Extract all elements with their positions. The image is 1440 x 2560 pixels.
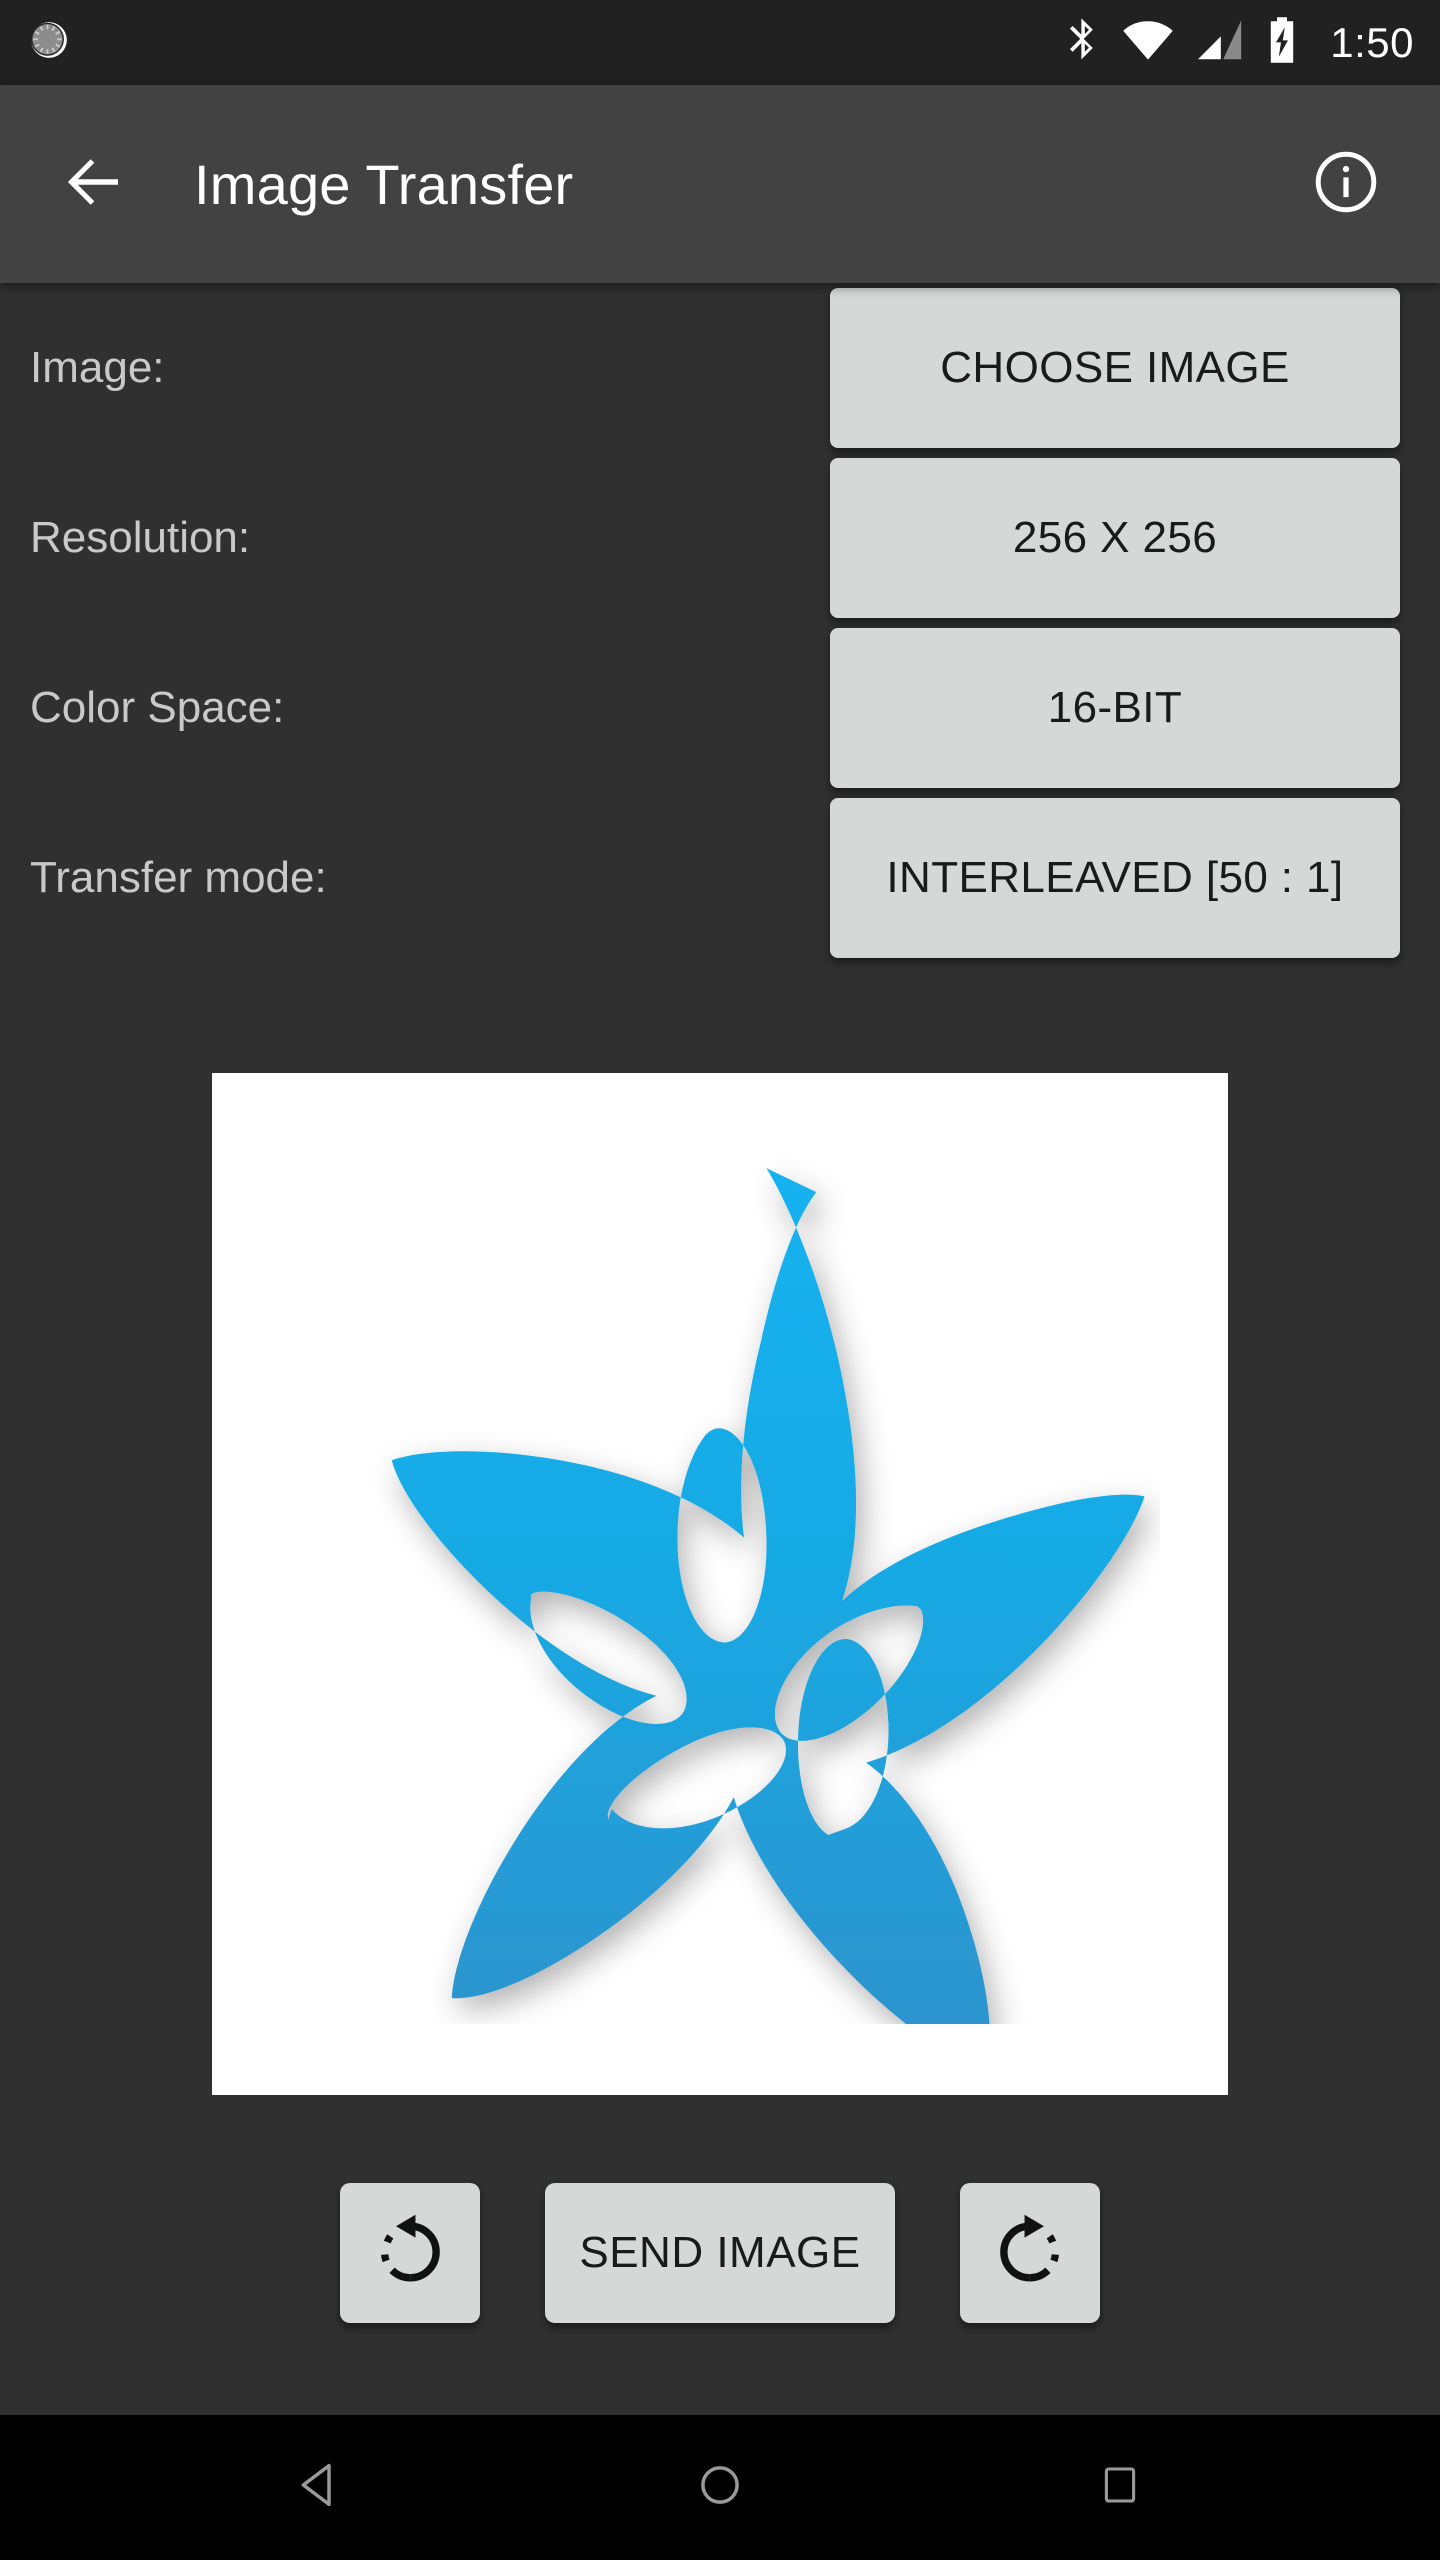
setting-label-resolution: Resolution:	[30, 513, 251, 562]
setting-row-resolution: Resolution: 256 X 256	[0, 453, 1440, 623]
setting-label-color-space: Color Space:	[30, 683, 285, 732]
setting-row-image: Image: CHOOSE IMAGE	[0, 283, 1440, 453]
info-icon	[1313, 149, 1379, 220]
setting-label-transfer-mode: Transfer mode:	[30, 853, 327, 902]
main-content: Image: CHOOSE IMAGE Resolution: 256 X 25…	[0, 283, 1440, 2415]
app-bar: Image Transfer	[0, 85, 1440, 283]
arrow-back-icon	[58, 146, 130, 223]
send-image-button[interactable]: SEND IMAGE	[545, 2183, 895, 2323]
action-bar: SEND IMAGE	[0, 2183, 1440, 2323]
nav-home-circle-icon	[693, 2458, 747, 2517]
adafruit-flower-logo	[280, 1144, 1160, 2024]
choose-image-button[interactable]: CHOOSE IMAGE	[830, 288, 1400, 448]
image-preview[interactable]	[212, 1073, 1228, 2095]
setting-row-transfer-mode: Transfer mode: INTERLEAVED [50 : 1]	[0, 793, 1440, 963]
rotate-right-icon	[989, 2211, 1071, 2296]
rotate-right-button[interactable]	[960, 2183, 1100, 2323]
navigation-bar	[0, 2415, 1440, 2560]
cellular-signal-icon	[1196, 18, 1244, 67]
status-bar: 1:50	[0, 0, 1440, 85]
nav-recents-button[interactable]	[1055, 2423, 1185, 2553]
nav-home-button[interactable]	[655, 2423, 785, 2553]
setting-label-image: Image:	[30, 343, 165, 392]
status-bar-system-icons: 1:50	[1062, 16, 1414, 69]
status-bar-notifications	[26, 17, 1062, 68]
nav-back-button[interactable]	[255, 2423, 385, 2553]
resolution-button[interactable]: 256 X 256	[830, 458, 1400, 618]
page-title: Image Transfer	[194, 152, 574, 216]
wifi-icon	[1122, 18, 1174, 67]
setting-row-color-space: Color Space: 16-BIT	[0, 623, 1440, 793]
settings-list: Image: CHOOSE IMAGE Resolution: 256 X 25…	[0, 283, 1440, 963]
rotate-left-button[interactable]	[340, 2183, 480, 2323]
rotate-left-icon	[369, 2211, 451, 2296]
color-space-button[interactable]: 16-BIT	[830, 628, 1400, 788]
transfer-mode-button[interactable]: INTERLEAVED [50 : 1]	[830, 798, 1400, 958]
status-bar-clock: 1:50	[1330, 18, 1414, 66]
bluetooth-icon	[1062, 17, 1100, 68]
brightness-icon	[26, 17, 72, 68]
nav-back-triangle-icon	[293, 2458, 347, 2517]
battery-charging-icon	[1266, 16, 1298, 69]
back-button[interactable]	[46, 136, 142, 232]
info-button[interactable]	[1298, 136, 1394, 232]
nav-recents-square-icon	[1096, 2461, 1144, 2514]
